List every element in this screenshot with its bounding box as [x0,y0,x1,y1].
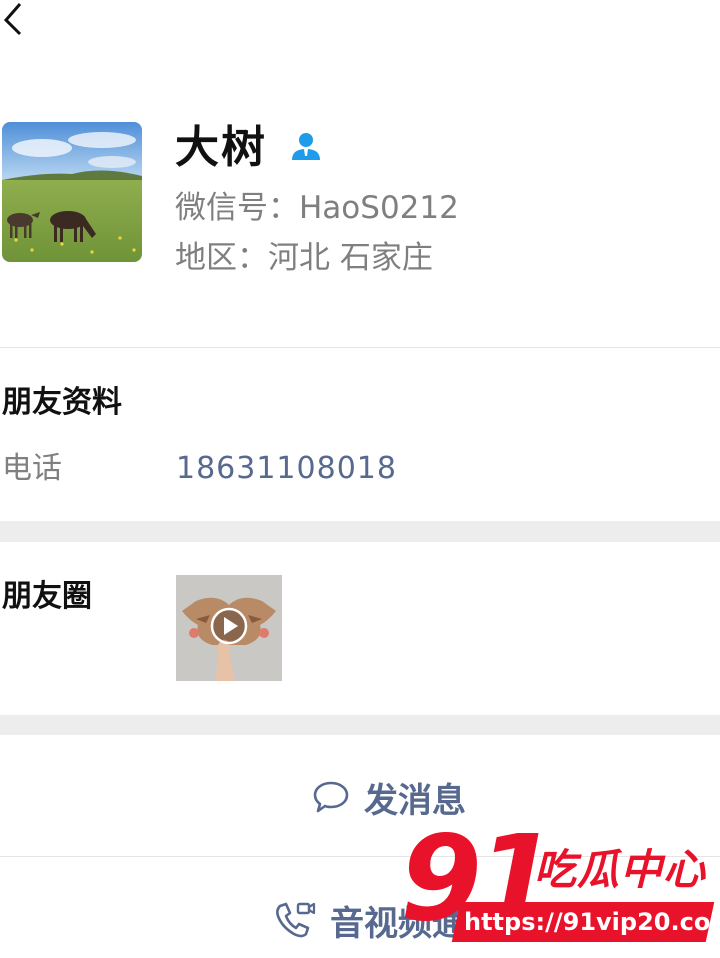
chat-bubble-icon [313,781,349,813]
moments-image [176,575,282,681]
avatar-image [2,122,142,262]
divider [0,347,720,348]
section-title-friend-info: 朋友资料 [2,385,122,420]
watermark-url: https://91vip20.com [464,908,720,936]
section-separator [0,521,720,542]
back-arrow-icon [3,3,22,36]
watermark-text: 吃瓜中心 [534,845,707,894]
back-button[interactable] [0,0,40,40]
region: 地区：河北 石家庄 [175,240,433,276]
moments-label[interactable]: 朋友圈 [2,576,92,618]
phone-video-icon [276,902,316,938]
wechat-id: 微信号：HaoS0212 [175,190,459,226]
phone-label: 电话 [2,451,62,486]
avatar[interactable] [2,122,142,262]
phone-number-link[interactable]: 18631108018 [176,448,397,490]
moments-video-thumbnail[interactable] [176,575,282,681]
section-separator [0,715,720,735]
person-icon [288,128,324,164]
contact-name: 大树 [175,122,267,173]
watermark: 91 吃瓜中心 https://91vip20.com [400,818,720,958]
